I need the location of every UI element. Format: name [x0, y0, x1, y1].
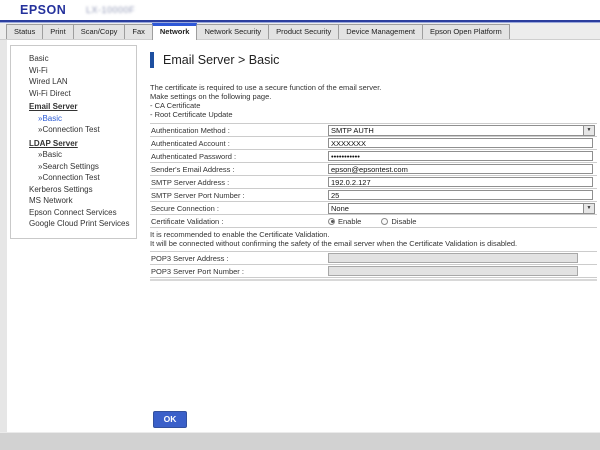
- selected-value: None: [329, 204, 583, 213]
- pop3-server-address-input: [328, 253, 578, 263]
- senders-email-address-input[interactable]: [328, 164, 593, 174]
- sidebar-item-ms-network[interactable]: MS Network: [11, 195, 136, 207]
- sidebar-item-kerberos-settings[interactable]: Kerberos Settings: [11, 184, 136, 196]
- note-line: It is recommended to enable the Certific…: [150, 230, 597, 239]
- sidebar-item-email-server-basic[interactable]: »Basic: [11, 113, 136, 125]
- field-label: Certificate Validation :: [150, 217, 328, 226]
- sidebar-item-ldap-basic[interactable]: »Basic: [11, 149, 136, 161]
- tab-network[interactable]: Network: [152, 23, 198, 40]
- description-line: The certificate is required to use a sec…: [150, 83, 600, 92]
- sidebar-nav: Basic Wi-Fi Wired LAN Wi-Fi Direct Email…: [10, 45, 137, 239]
- field-label: SMTP Server Address :: [150, 178, 328, 187]
- form-row-authenticated-password: Authenticated Password :: [150, 150, 597, 163]
- chevron-down-icon[interactable]: ▼: [583, 204, 594, 213]
- authentication-method-select[interactable]: SMTP AUTH ▼: [328, 125, 595, 136]
- tab-bar: Status Print Scan/Copy Fax Network Netwo…: [0, 23, 600, 40]
- secure-connection-select[interactable]: None ▼: [328, 203, 595, 214]
- tab-print[interactable]: Print: [42, 24, 73, 39]
- tab-epson-open-platform[interactable]: Epson Open Platform: [422, 24, 510, 39]
- sidebar-group-email-server[interactable]: Email Server: [11, 101, 136, 113]
- chevron-down-icon[interactable]: ▼: [583, 126, 594, 135]
- field-label: Authenticated Password :: [150, 152, 328, 161]
- tab-fax[interactable]: Fax: [124, 24, 153, 39]
- printer-model-name: LX-10000F: [86, 5, 135, 15]
- description-line: - CA Certificate: [150, 101, 600, 110]
- form-row-pop3-server-address: POP3 Server Address :: [150, 252, 597, 265]
- tab-scan-copy[interactable]: Scan/Copy: [73, 24, 126, 39]
- field-label: Authenticated Account :: [150, 139, 328, 148]
- description: The certificate is required to use a sec…: [150, 83, 600, 119]
- field-label: Secure Connection :: [150, 204, 328, 213]
- smtp-server-port-number-input[interactable]: [328, 190, 593, 200]
- header: EPSON LX-10000F: [0, 0, 600, 20]
- sidebar-item-epson-connect-services[interactable]: Epson Connect Services: [11, 207, 136, 219]
- certificate-validation-enable-radio[interactable]: [328, 218, 335, 225]
- form-row-secure-connection: Secure Connection : None ▼: [150, 202, 597, 215]
- sidebar-item-ldap-connection-test[interactable]: »Connection Test: [11, 172, 136, 184]
- tab-network-security[interactable]: Network Security: [196, 24, 269, 39]
- selected-value: SMTP AUTH: [329, 126, 583, 135]
- description-line: - Root Certificate Update: [150, 110, 600, 119]
- page-title: Email Server > Basic: [150, 52, 600, 68]
- radio-label-enable: Enable: [338, 217, 361, 226]
- sidebar-item-ldap-search-settings[interactable]: »Search Settings: [11, 161, 136, 173]
- radio-label-disable: Disable: [391, 217, 416, 226]
- form-row-smtp-server-port-number: SMTP Server Port Number :: [150, 189, 597, 202]
- authenticated-account-input[interactable]: [328, 138, 593, 148]
- field-label: Authentication Method :: [150, 126, 328, 135]
- form-row-senders-email-address: Sender's Email Address :: [150, 163, 597, 176]
- tab-device-management[interactable]: Device Management: [338, 24, 423, 39]
- title-accent-bar: [150, 52, 154, 68]
- form-bottom-edge: [150, 279, 597, 281]
- sidebar-item-email-connection-test[interactable]: »Connection Test: [11, 124, 136, 136]
- note-line: It will be connected without confirming …: [150, 239, 597, 248]
- field-label: POP3 Server Port Number :: [150, 267, 328, 276]
- field-label: POP3 Server Address :: [150, 254, 328, 263]
- form-row-smtp-server-address: SMTP Server Address :: [150, 176, 597, 189]
- form-row-authenticated-account: Authenticated Account :: [150, 137, 597, 150]
- content-area: Basic Wi-Fi Wired LAN Wi-Fi Direct Email…: [7, 40, 600, 432]
- certificate-validation-disable-radio[interactable]: [381, 218, 388, 225]
- sidebar-item-google-cloud-print-services[interactable]: Google Cloud Print Services: [11, 218, 136, 230]
- email-server-form: Authentication Method : SMTP AUTH ▼ Auth…: [150, 123, 597, 281]
- form-row-pop3-server-port-number: POP3 Server Port Number :: [150, 265, 597, 278]
- authenticated-password-input[interactable]: [328, 151, 593, 161]
- certificate-validation-note: It is recommended to enable the Certific…: [150, 228, 597, 252]
- sidebar-group-ldap-server[interactable]: LDAP Server: [11, 138, 136, 150]
- pop3-server-port-number-input: [328, 266, 578, 276]
- page-bottom-margin: [0, 432, 600, 450]
- sidebar-item-wired-lan[interactable]: Wired LAN: [11, 76, 136, 88]
- sidebar-item-wifi[interactable]: Wi-Fi: [11, 65, 136, 77]
- form-row-certificate-validation: Certificate Validation : Enable Disable: [150, 215, 597, 228]
- tab-product-security[interactable]: Product Security: [268, 24, 339, 39]
- page-title-text: Email Server > Basic: [163, 53, 279, 67]
- form-row-authentication-method: Authentication Method : SMTP AUTH ▼: [150, 124, 597, 137]
- field-label: Sender's Email Address :: [150, 165, 328, 174]
- sidebar-item-wifi-direct[interactable]: Wi-Fi Direct: [11, 88, 136, 100]
- main-panel: Email Server > Basic The certificate is …: [150, 52, 600, 281]
- field-label: SMTP Server Port Number :: [150, 191, 328, 200]
- description-line: Make settings on the following page.: [150, 92, 600, 101]
- ok-button[interactable]: OK: [153, 411, 187, 428]
- sidebar-item-basic[interactable]: Basic: [11, 53, 136, 65]
- smtp-server-address-input[interactable]: [328, 177, 593, 187]
- tab-status[interactable]: Status: [6, 24, 43, 39]
- epson-logo: EPSON: [20, 3, 66, 17]
